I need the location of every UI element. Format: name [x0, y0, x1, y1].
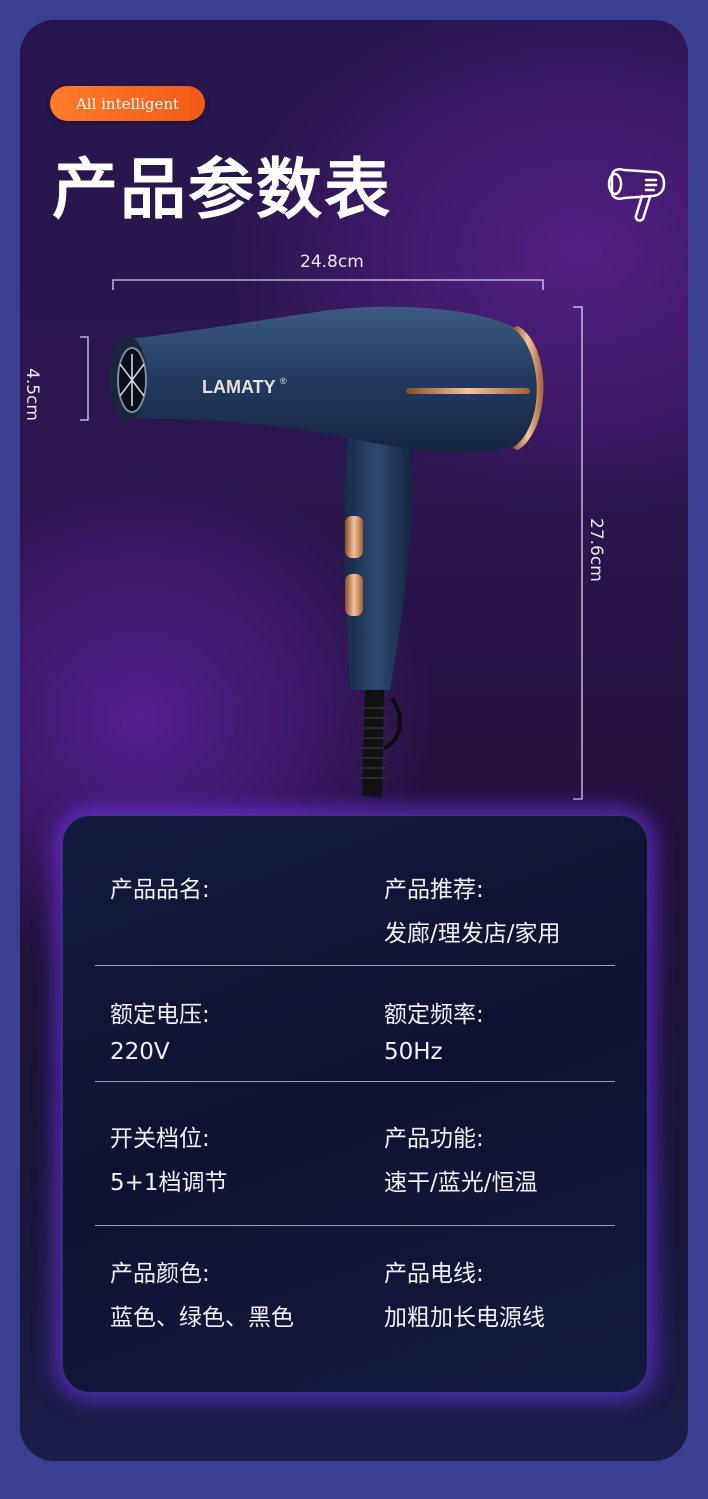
voltage-label: 额定电压:: [110, 1002, 210, 1028]
nozzle-dimension-label: 4.5cm: [22, 368, 42, 421]
divider: [95, 1225, 615, 1226]
page-title: 产品参数表: [52, 151, 392, 228]
color-label: 产品颜色:: [110, 1261, 210, 1287]
spec-panel: 产品品名: 产品推荐: 发廊/理发店/家用 额定电压: 220V 额定频率: 5…: [62, 815, 648, 1393]
gear-value: 5+1档调节: [110, 1170, 228, 1196]
height-dimension-label: 27.6cm: [586, 518, 606, 582]
cable-label: 产品电线:: [384, 1261, 484, 1287]
voltage-value: 220V: [110, 1039, 170, 1065]
frequency-label: 额定频率:: [384, 1002, 484, 1028]
function-value: 速干/蓝光/恒温: [384, 1170, 538, 1196]
registered-mark: ®: [280, 376, 287, 386]
hair-dryer-icon: [607, 168, 666, 222]
recommend-label: 产品推荐:: [384, 877, 484, 903]
recommend-value: 发廊/理发店/家用: [384, 921, 561, 947]
product-name-label: 产品品名:: [110, 877, 210, 903]
frequency-value: 50Hz: [384, 1039, 443, 1065]
color-value: 蓝色、绿色、黑色: [110, 1305, 294, 1331]
divider: [95, 965, 615, 966]
cable-value: 加粗加长电源线: [384, 1305, 545, 1331]
function-label: 产品功能:: [384, 1126, 484, 1152]
width-dimension-label: 24.8cm: [300, 252, 364, 272]
all-intelligent-badge: All intelligent: [50, 86, 205, 121]
brand-logo: LAMATY: [202, 377, 276, 397]
hair-dryer-product-image: LAMATY ®: [109, 306, 544, 798]
gear-label: 开关档位:: [110, 1126, 210, 1152]
divider: [95, 1081, 615, 1082]
